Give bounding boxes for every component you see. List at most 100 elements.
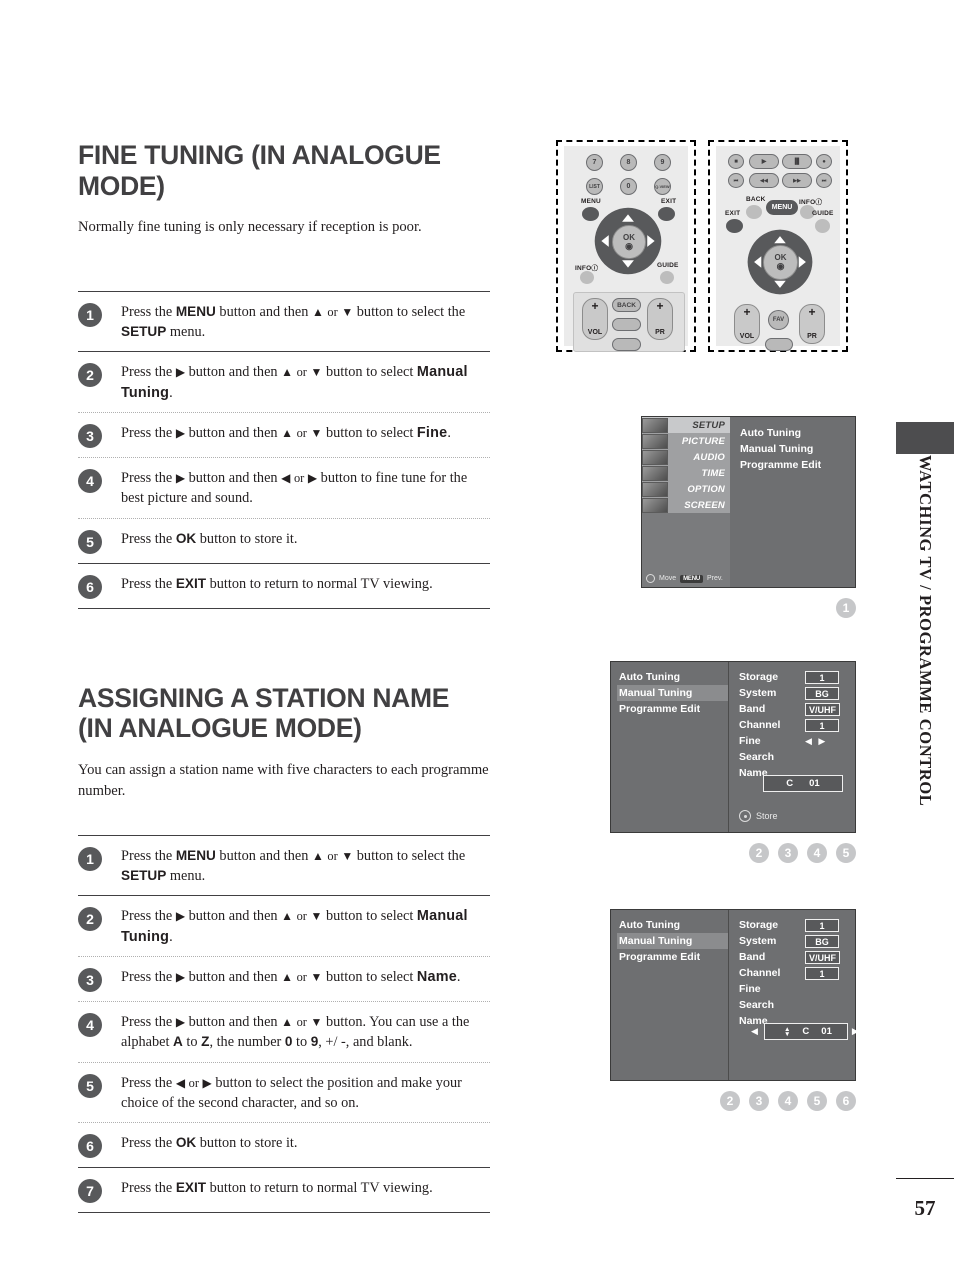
name-right-arrow-icon[interactable]: ▶ [852, 1026, 861, 1037]
osd-category-time[interactable]: TIME [642, 465, 730, 481]
osd-category-option[interactable]: OPTION [642, 481, 730, 497]
remote2-pause-button[interactable]: ▐▌ [782, 154, 812, 169]
remote1-pr-rocker[interactable]: + PR [647, 298, 673, 340]
step-instruction-text: Press the ▶ button and then ▲ or ▼ butto… [121, 1014, 470, 1051]
setting-value-box[interactable]: 1 [805, 670, 839, 684]
osd-footer: Move MENU Prev. [646, 574, 723, 583]
osd-left-menu: Auto Tuning Manual Tuning Programme Edit [611, 910, 729, 1080]
setting-adjust-arrows-icon[interactable]: ◀ ▶ [805, 736, 827, 747]
osd-menu-item[interactable]: Programme Edit [617, 949, 728, 965]
remote2-info-label: INFOⓘ [799, 199, 823, 206]
remote2-pr-rocker[interactable]: + PR [799, 304, 825, 344]
osd-setting-row[interactable]: Search [729, 997, 855, 1013]
remote2-play-button[interactable]: ▶ [749, 154, 779, 169]
name-value-box[interactable]: C 01 [763, 775, 843, 792]
remote2-back-button[interactable] [746, 205, 762, 219]
remote2-forward-button[interactable]: ▶▶ [782, 173, 812, 188]
category-thumbnail-icon [642, 481, 668, 497]
setting-value-box[interactable]: V/UHF [805, 702, 840, 716]
remote1-key-8[interactable]: 8 [620, 154, 637, 171]
osd-setting-row[interactable]: Band V/UHF [729, 949, 855, 965]
remote1-key-list[interactable]: LIST [586, 178, 603, 195]
remote2-vol-rocker[interactable]: + VOL [734, 304, 760, 344]
setting-label: Fine [739, 735, 761, 747]
reference-step-badge: 4 [807, 843, 827, 863]
reference-step-badge: 3 [749, 1091, 769, 1111]
osd-setting-row[interactable]: Fine ◀ ▶ [729, 733, 855, 749]
section1-title: FINE TUNING (IN ANALOGUE MODE) [78, 140, 490, 201]
pr-label: PR [807, 333, 817, 340]
name-editor[interactable]: ◀ ▲ ▼ C 01 ▶ [751, 1023, 861, 1040]
key-label: 0 [626, 183, 631, 190]
step-number-badge: 2 [78, 363, 102, 388]
remote2-back-label: BACK [746, 196, 766, 203]
remote1-vol-rocker[interactable]: + VOL [582, 298, 608, 340]
remote2-prev-button[interactable]: ⏮ [728, 173, 744, 188]
osd-menu-item[interactable]: Manual Tuning [617, 933, 728, 949]
osd-menu-item[interactable]: Auto Tuning [740, 425, 855, 441]
name-left-arrow-icon[interactable]: ◀ [751, 1026, 760, 1037]
osd-menu-item[interactable]: Programme Edit [617, 701, 728, 717]
osd-setting-row[interactable]: Channel 1 [729, 965, 855, 981]
remote2-record-button[interactable]: ● [816, 154, 832, 169]
osd-category-screen[interactable]: SCREEN [642, 497, 730, 513]
osd-menu-item[interactable]: Auto Tuning [617, 669, 728, 685]
setting-value-box[interactable]: BG [805, 934, 839, 948]
remote2-guide-label: GUIDE [812, 210, 834, 217]
osd-category-list: SETUP PICTURE AUDIO TIME OPTION SCREEN [642, 417, 730, 587]
remote2-rewind-button[interactable]: ◀◀ [749, 173, 779, 188]
remote2-lower-button[interactable] [765, 338, 793, 351]
osd-setting-row[interactable]: System BG [729, 685, 855, 701]
remote1-key-0[interactable]: 0 [620, 178, 637, 195]
osd-category-picture[interactable]: PICTURE [642, 433, 730, 449]
step-instruction-text: Press the MENU button and then ▲ or ▼ bu… [121, 303, 466, 340]
reference-step-badge: 2 [749, 843, 769, 863]
remote1-blank-button-2[interactable] [612, 338, 641, 351]
osd-left-menu: Auto Tuning Manual Tuning Programme Edit [611, 662, 729, 832]
remote2-ok-button[interactable]: OK ◉ [763, 245, 798, 280]
name-value-box[interactable]: ▲ ▼ C 01 [763, 1023, 848, 1040]
step-number-badge: 1 [78, 302, 102, 327]
remote2-stop-button[interactable]: ■ [728, 154, 744, 169]
setting-value-box[interactable]: 1 [805, 718, 839, 732]
remote2-fav-button[interactable]: FAV [768, 310, 789, 330]
osd-category-setup[interactable]: SETUP [642, 417, 730, 433]
osd-setting-row[interactable]: System BG [729, 933, 855, 949]
name-number: 01 [809, 778, 820, 789]
setting-value-box[interactable]: V/UHF [805, 950, 840, 964]
osd-setting-row[interactable]: Search [729, 749, 855, 765]
osd-setting-row[interactable]: Channel 1 [729, 717, 855, 733]
osd-menu-item[interactable]: Manual Tuning [617, 685, 728, 701]
remote1-key-7[interactable]: 7 [586, 154, 603, 171]
sidebar-chapter-label: WATCHING TV / PROGRAMME CONTROL [916, 455, 935, 807]
move-wheel-icon [646, 574, 655, 583]
osd-setting-row[interactable]: Band V/UHF [729, 701, 855, 717]
osd-setting-row[interactable]: Fine [729, 981, 855, 997]
step-instruction-text: Press the EXIT button to return to norma… [121, 1180, 433, 1197]
setting-value-box[interactable]: BG [805, 686, 839, 700]
osd-menu-item[interactable]: Manual Tuning [740, 441, 855, 457]
pr-plus: + [656, 299, 664, 313]
remote1-key-9[interactable]: 9 [654, 154, 671, 171]
step-instruction-text: Press the MENU button and then ▲ or ▼ bu… [121, 847, 466, 884]
remote1-blank-button[interactable] [612, 318, 641, 331]
updown-arrow-icon[interactable]: ▲ ▼ [784, 1026, 790, 1038]
osd-menu-item[interactable]: Programme Edit [740, 457, 855, 473]
category-label: SCREEN [684, 499, 725, 511]
section1-intro: Normally fine tuning is only necessary i… [78, 219, 422, 236]
remote1-back-button[interactable]: BACK [612, 298, 641, 312]
osd-setting-row[interactable]: Storage 1 [729, 669, 855, 685]
osd-category-audio[interactable]: AUDIO [642, 449, 730, 465]
remote1-guide-button[interactable] [660, 271, 674, 284]
setting-value-box[interactable]: 1 [805, 918, 839, 932]
section2-title: ASSIGNING A STATION NAME (IN ANALOGUE MO… [78, 683, 490, 744]
remote1-key-qview[interactable]: Q.VIEW [654, 178, 671, 195]
remote1-info-button[interactable] [580, 271, 594, 284]
remote2-next-button[interactable]: ⏭ [816, 173, 832, 188]
osd-setting-row[interactable]: Storage 1 [729, 917, 855, 933]
step-number-badge: 6 [78, 574, 102, 599]
osd-menu-item[interactable]: Auto Tuning [617, 917, 728, 933]
remote2-menu-button[interactable]: MENU [766, 200, 798, 215]
remote1-ok-button[interactable]: OK ◉ [612, 225, 646, 259]
setting-value-box[interactable]: 1 [805, 966, 839, 980]
